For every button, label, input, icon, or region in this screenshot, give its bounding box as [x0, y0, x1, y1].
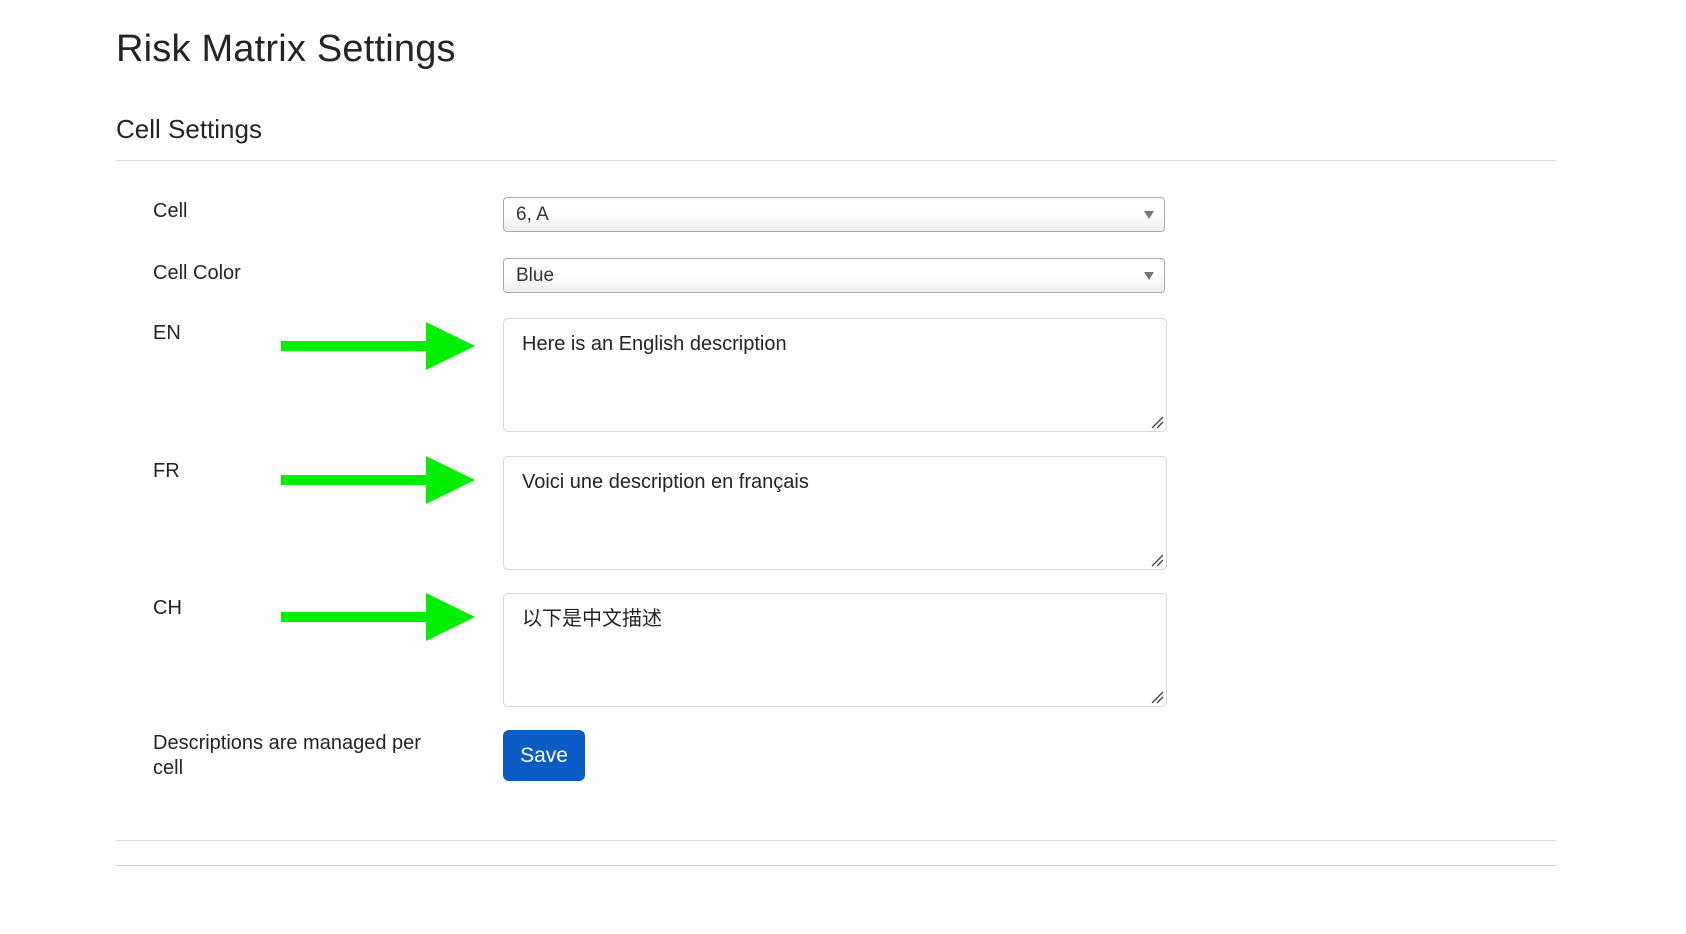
section-title: Cell Settings	[116, 114, 262, 144]
page-title: Risk Matrix Settings	[116, 28, 456, 70]
en-label: EN	[153, 322, 181, 344]
chevron-down-icon	[1144, 272, 1154, 280]
en-description-value: Here is an English description	[522, 333, 787, 355]
cell-color-select-value: Blue	[516, 265, 555, 286]
right-arrow-icon	[281, 456, 475, 504]
fr-description-textarea[interactable]: Voici une description en français	[503, 456, 1167, 570]
resize-handle-icon[interactable]	[1150, 690, 1164, 704]
cell-select[interactable]: 6, A	[503, 197, 1165, 232]
cell-label: Cell	[153, 200, 188, 222]
resize-handle-icon[interactable]	[1150, 415, 1164, 429]
ch-label: CH	[153, 597, 182, 619]
save-button[interactable]: Save	[503, 730, 585, 781]
fr-label: FR	[153, 460, 180, 482]
chevron-down-icon	[1144, 211, 1154, 219]
section-divider	[116, 160, 1556, 161]
resize-handle-icon[interactable]	[1150, 553, 1164, 567]
ch-description-textarea[interactable]: 以下是中文描述	[503, 593, 1167, 707]
cell-color-select[interactable]: Blue	[503, 258, 1165, 293]
descriptions-note: Descriptions are managed per cell	[153, 732, 421, 779]
cell-color-label: Cell Color	[153, 262, 241, 284]
ch-description-value: 以下是中文描述	[522, 608, 662, 630]
footer-divider	[116, 865, 1556, 866]
en-description-textarea[interactable]: Here is an English description	[503, 318, 1167, 432]
footer-divider	[116, 840, 1556, 841]
right-arrow-icon	[281, 593, 475, 641]
fr-description-value: Voici une description en français	[522, 471, 809, 493]
cell-select-value: 6, A	[516, 204, 549, 225]
right-arrow-icon	[281, 322, 475, 370]
